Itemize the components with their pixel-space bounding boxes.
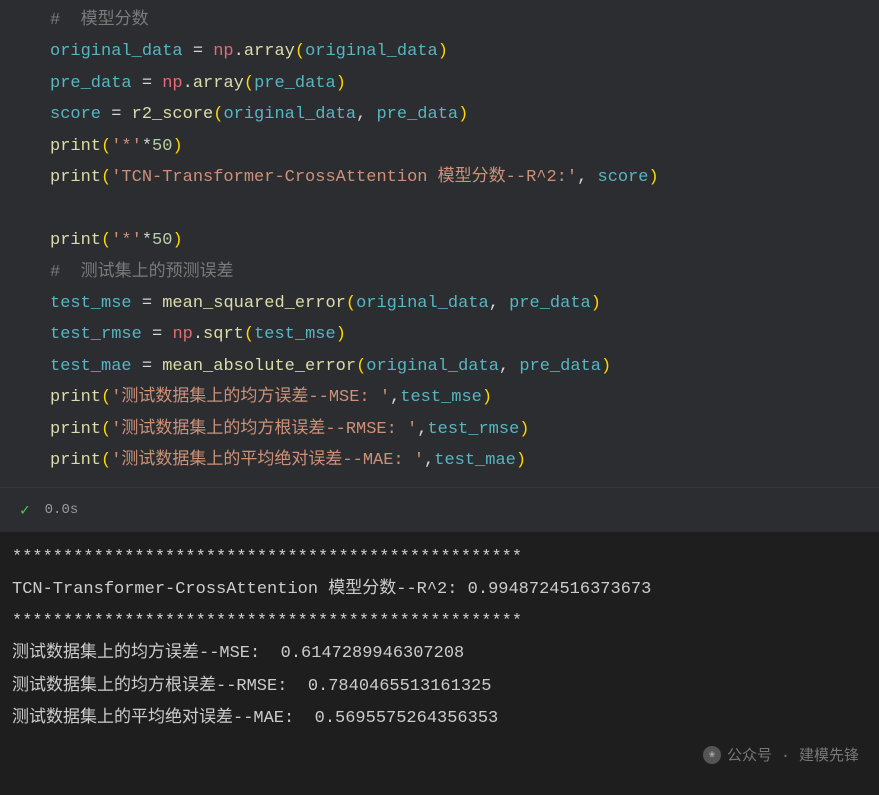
- execution-time: 0.0s: [45, 502, 79, 518]
- watermark: ❀ 公众号 · 建模先锋: [703, 744, 859, 765]
- output-line: ****************************************…: [12, 542, 867, 574]
- code-line: print('测试数据集上的均方根误差--RMSE: ',test_rmse): [50, 414, 869, 445]
- code-line: print('测试数据集上的平均绝对误差--MAE: ',test_mae): [50, 445, 869, 476]
- code-line: # 模型分数: [50, 5, 869, 36]
- code-line: test_mse = mean_squared_error(original_d…: [50, 288, 869, 319]
- code-line: test_mae = mean_absolute_error(original_…: [50, 351, 869, 382]
- output-line: 测试数据集上的均方根误差--RMSE: 0.7840465513161325: [12, 671, 867, 703]
- code-line: print('*'*50): [50, 131, 869, 162]
- code-line: pre_data = np.array(pre_data): [50, 68, 869, 99]
- code-line: test_rmse = np.sqrt(test_mse): [50, 319, 869, 350]
- output-line: ****************************************…: [12, 606, 867, 638]
- code-line: print('测试数据集上的均方误差--MSE: ',test_mse): [50, 382, 869, 413]
- output-line: TCN-Transformer-CrossAttention 模型分数--R^2…: [12, 574, 867, 606]
- cell-status-bar: ✓ 0.0s: [0, 487, 879, 532]
- output-line: 测试数据集上的均方误差--MSE: 0.6147289946307208: [12, 638, 867, 670]
- code-line: original_data = np.array(original_data): [50, 36, 869, 67]
- code-line: print('*'*50): [50, 225, 869, 256]
- code-line: [50, 194, 869, 225]
- watermark-text: 公众号 · 建模先锋: [727, 744, 859, 765]
- output-area: ****************************************…: [0, 532, 879, 746]
- output-line: 测试数据集上的平均绝对误差--MAE: 0.5695575264356353: [12, 703, 867, 735]
- success-icon: ✓: [20, 500, 30, 520]
- code-editor[interactable]: # 模型分数 original_data = np.array(original…: [0, 0, 879, 487]
- code-line: # 测试集上的预测误差: [50, 257, 869, 288]
- wechat-icon: ❀: [703, 746, 721, 764]
- code-line: score = r2_score(original_data, pre_data…: [50, 99, 869, 130]
- code-line: print('TCN-Transformer-CrossAttention 模型…: [50, 162, 869, 193]
